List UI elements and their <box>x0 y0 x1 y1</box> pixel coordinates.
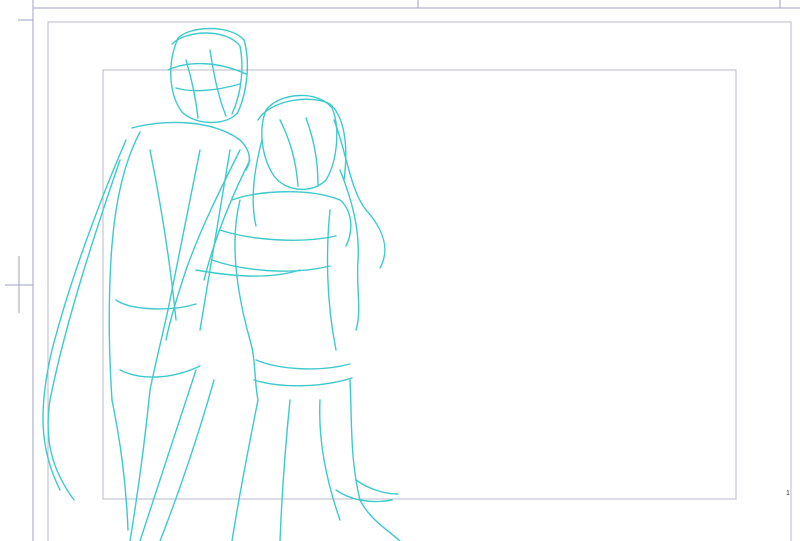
sketch-stroke <box>231 399 259 541</box>
sketch-stroke <box>209 49 227 117</box>
sketch-stroke <box>333 119 386 269</box>
character-sketch <box>42 27 401 541</box>
manuscript-page <box>5 0 800 541</box>
sketch-stroke <box>339 169 360 331</box>
sketch-stroke <box>115 299 197 310</box>
sketch-stroke <box>167 62 247 75</box>
sketch-stroke <box>175 83 241 92</box>
sketch-stroke <box>255 359 351 370</box>
sketch-stroke <box>234 199 259 401</box>
trim-frame <box>47 21 792 541</box>
sketch-stroke <box>305 117 319 187</box>
sketch-stroke <box>219 229 337 241</box>
sketch-stroke <box>252 139 263 227</box>
sketch-stroke <box>326 209 337 351</box>
sketch-stroke <box>149 149 177 321</box>
sketch-stroke <box>139 369 197 541</box>
sketch-stroke <box>349 379 401 541</box>
sketch-stroke <box>279 399 291 541</box>
sketch-stroke <box>108 131 141 401</box>
sketch-stroke <box>279 119 299 187</box>
sketch-stroke <box>199 149 231 331</box>
register-mark <box>5 256 33 313</box>
sketch-stroke <box>253 377 353 387</box>
sketch-stroke <box>131 121 251 171</box>
sketch-stroke <box>119 365 201 378</box>
page-number: 1 <box>786 490 790 497</box>
sketch-stroke <box>185 59 199 119</box>
bleed-guides <box>18 0 800 541</box>
sketch-stroke <box>211 259 331 272</box>
drawing-canvas[interactable]: 1 <box>0 0 800 541</box>
sketch-stroke <box>319 399 341 521</box>
sketch-stroke <box>159 379 215 541</box>
sketch-stroke <box>42 139 127 491</box>
sketch-stroke <box>111 399 129 531</box>
sketch-stroke <box>261 94 338 191</box>
sketch-stroke <box>355 479 399 495</box>
sketch-stroke <box>335 489 393 503</box>
sketch-stroke <box>171 32 243 115</box>
sketch-stroke <box>231 191 352 247</box>
